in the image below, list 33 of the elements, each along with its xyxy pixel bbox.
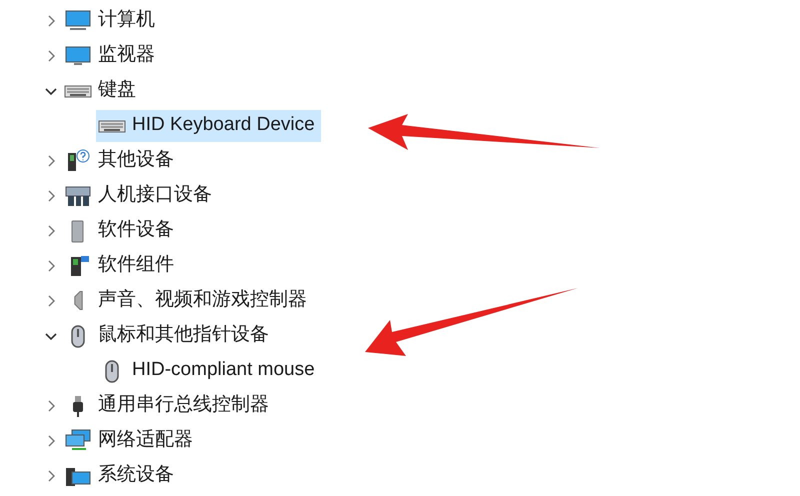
tree-item[interactable]: 键盘	[62, 76, 142, 106]
tree-item-label: 软件组件	[98, 253, 174, 278]
tree-item-label: 鼠标和其他指针设备	[98, 323, 269, 348]
tree-item[interactable]: HID-compliant mouse	[96, 354, 321, 386]
tree-item-label: 人机接口设备	[98, 183, 212, 208]
tree-item-label: 声音、视频和游戏控制器	[98, 288, 307, 312]
tree-item-label: 系统设备	[98, 463, 174, 488]
tree-item-label: 软件设备	[98, 218, 174, 242]
tree-item-label: 其他设备	[98, 148, 174, 172]
tree-item-label: HID Keyboard Device	[132, 113, 315, 138]
tree-item[interactable]: 通用串行总线控制器	[62, 390, 275, 420]
tree-item[interactable]: 系统设备	[62, 460, 180, 490]
tree-item[interactable]: 声音、视频和游戏控制器	[62, 286, 313, 316]
tree-item[interactable]: 网络适配器	[62, 426, 199, 456]
tree-item[interactable]: HID Keyboard Device	[96, 110, 321, 142]
tree-item-label: 计算机	[98, 8, 155, 32]
tree-item[interactable]: 其他设备	[62, 146, 180, 176]
tree-item-label: 监视器	[98, 43, 155, 68]
tree-item[interactable]: 计算机	[62, 6, 161, 36]
monitor-icon	[64, 8, 92, 32]
tree-item[interactable]: 人机接口设备	[62, 180, 218, 210]
tree-item[interactable]: 监视器	[62, 40, 161, 70]
tree-item-label: HID-compliant mouse	[132, 358, 315, 382]
tree-item[interactable]: 软件组件	[62, 250, 180, 280]
tree-item[interactable]: 鼠标和其他指针设备	[62, 320, 275, 350]
speaker-icon	[74, 291, 82, 310]
tree-item[interactable]: 软件设备	[62, 216, 180, 246]
tree-item-label: 通用串行总线控制器	[98, 393, 269, 418]
network-icon	[64, 428, 92, 452]
monitor-icon	[64, 44, 92, 68]
tree-item-label: 网络适配器	[98, 428, 193, 452]
tree-item-label: 键盘	[98, 78, 136, 102]
keyboard-joystick-icon	[64, 184, 92, 208]
